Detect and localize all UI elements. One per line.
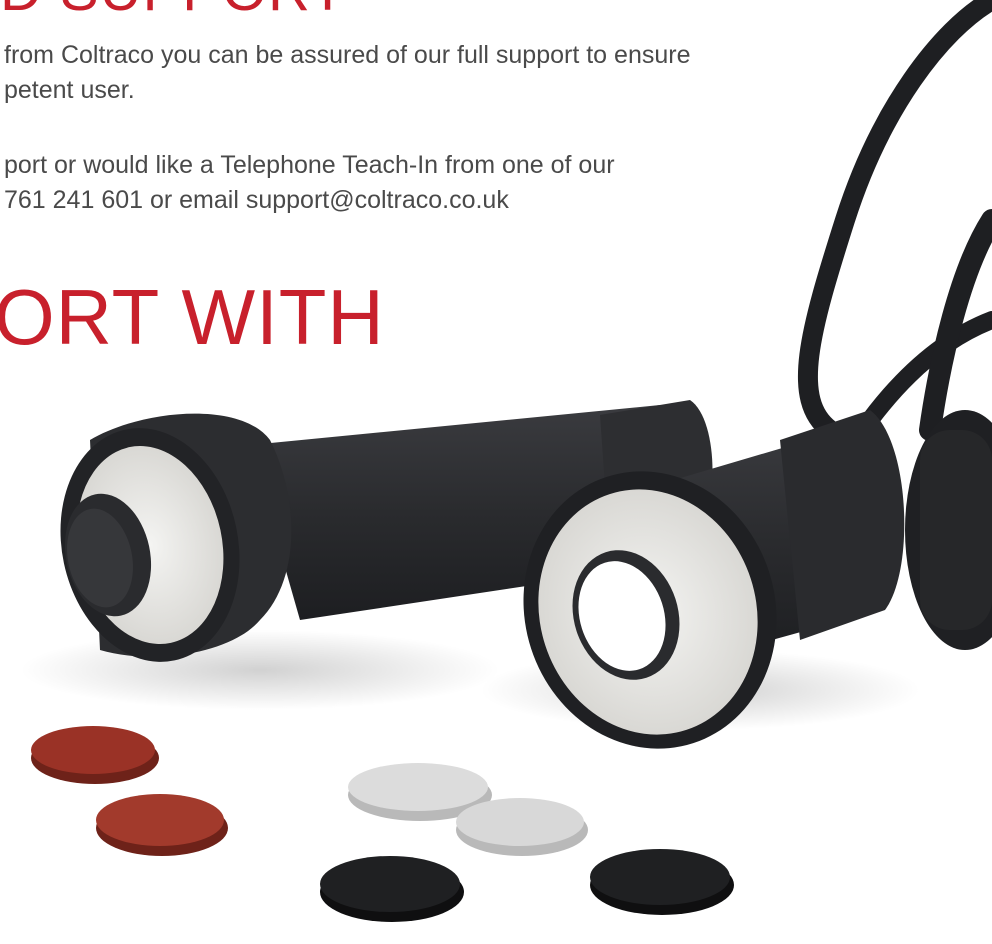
intro-line-1: from Coltraco you can be assured of our …: [4, 41, 691, 69]
contact-line-2: 761 241 601 or email support@coltraco.co…: [4, 186, 509, 214]
support-contact-paragraph: port or would like a Telephone Teach-In …: [4, 148, 615, 218]
probe-far-right: [905, 410, 992, 650]
probe-cable: [797, 0, 992, 441]
section-heading-support: D SUPPORT: [0, 0, 346, 20]
support-intro-paragraph: from Coltraco you can be assured of our …: [4, 38, 690, 108]
section-heading-support-with: ORT WITH: [0, 273, 385, 361]
disc-black-2: [590, 849, 734, 915]
disc-grey-2: [456, 798, 588, 856]
disc-black-1: [320, 856, 464, 922]
disc-red-2: [96, 794, 228, 856]
contact-line-1: port or would like a Telephone Teach-In …: [4, 151, 615, 179]
product-photo: [20, 0, 992, 922]
disc-red-1: [31, 726, 159, 784]
intro-line-2: petent user.: [4, 76, 135, 104]
